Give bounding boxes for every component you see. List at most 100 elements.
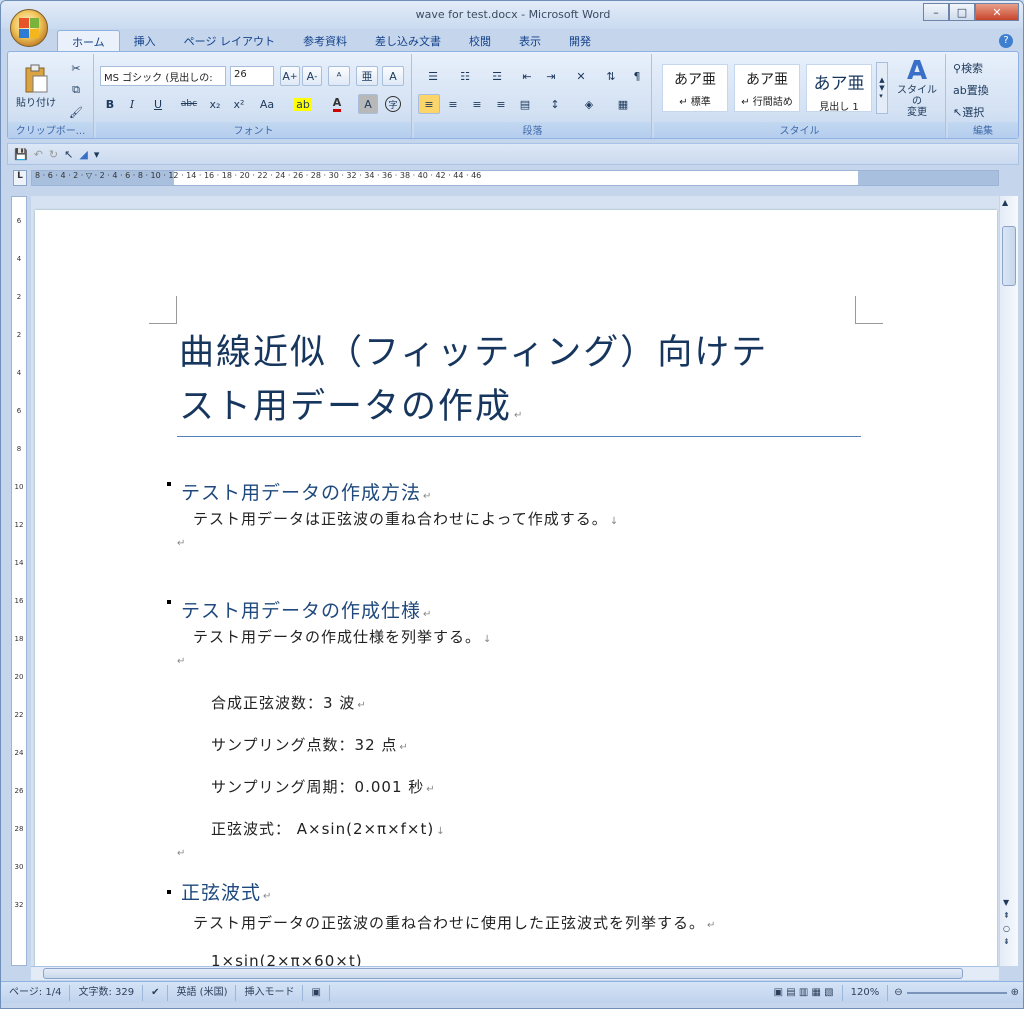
styles-scroll[interactable]: ▲ ▼ ▾ [876, 62, 888, 114]
body-sine-formula[interactable]: テスト用データの正弦波の重ね合わせに使用した正弦波式を列挙する。 ↵ [193, 912, 716, 933]
font-name-combo[interactable]: MS ゴシック (見出しの: [100, 66, 226, 86]
zoom-slider[interactable]: ⊖ ⊕ [888, 987, 1023, 998]
heading-sine-formula[interactable]: 正弦波式 ↵ [181, 878, 272, 905]
spec-item[interactable]: サンプリング点数：32 点 ↵ [211, 734, 409, 755]
change-styles-button[interactable]: A スタイルの 変更 [892, 57, 942, 118]
distribute-icon[interactable]: ▤ [514, 94, 536, 114]
scroll-up-icon[interactable]: ▲ [1002, 198, 1008, 207]
italic-button[interactable]: I [122, 94, 142, 114]
help-icon[interactable]: ? [999, 34, 1013, 48]
document-title[interactable]: 曲線近似（フィッティング）向けテ スト用データの作成 ↵ [179, 326, 869, 443]
tab-page-layout[interactable]: ページ レイアウト [170, 30, 289, 52]
horizontal-scroll-thumb[interactable] [43, 968, 963, 979]
char-shading-button[interactable]: A [358, 94, 378, 114]
spec-item[interactable]: サンプリング周期：0.001 秒 ↵ [211, 776, 436, 797]
bullets-icon[interactable]: ☰ [418, 66, 448, 86]
close-button[interactable]: ✕ [975, 3, 1019, 21]
line-spacing-icon[interactable]: ↕ [540, 94, 570, 114]
borders-icon[interactable]: ▦ [608, 94, 638, 114]
heading-creation-spec[interactable]: テスト用データの作成仕様 ↵ [181, 596, 432, 623]
text-direction-icon[interactable]: ✕ [566, 66, 596, 86]
zoom-track[interactable] [906, 991, 1007, 994]
minimize-button[interactable]: – [923, 3, 949, 21]
vertical-scroll-thumb[interactable] [1002, 226, 1016, 286]
browse-object-controls[interactable]: ▼ ⇞ ○ ⇟ [1003, 896, 1010, 948]
tab-references[interactable]: 参考資料 [289, 30, 361, 52]
horizontal-scrollbar[interactable] [31, 966, 999, 980]
tab-review[interactable]: 校閲 [455, 30, 505, 52]
maximize-button[interactable]: □ [949, 3, 975, 21]
tab-mailings[interactable]: 差し込み文書 [361, 30, 455, 52]
redo-icon[interactable]: ↻ [49, 148, 58, 161]
zoom-in-icon[interactable]: ⊕ [1011, 987, 1019, 998]
word-count[interactable]: 文字数: 329 [70, 984, 144, 1001]
copy-icon[interactable]: ⧉ [66, 80, 86, 100]
font-color-button[interactable]: A [322, 94, 352, 114]
zoom-level[interactable]: 120% [843, 984, 889, 1001]
heading-creation-method[interactable]: テスト用データの作成方法 ↵ [181, 478, 432, 505]
increase-indent-icon[interactable]: ⇥ [540, 66, 562, 86]
cut-icon[interactable]: ✂ [66, 58, 86, 78]
highlight-button[interactable]: ab [288, 94, 318, 114]
spec-item[interactable]: 合成正弦波数：3 波 ↵ [211, 692, 367, 713]
font-size-combo[interactable]: 26 [230, 66, 274, 86]
replace-button[interactable]: ab 置換 [952, 80, 1014, 100]
shrink-font-button[interactable]: A- [302, 66, 322, 86]
format-painter-icon[interactable]: 🖌 [66, 102, 86, 122]
view-buttons[interactable]: ▣ ▤ ▥ ▦ ▧ [766, 984, 843, 1001]
numbering-icon[interactable]: ☷ [450, 66, 480, 86]
tab-home[interactable]: ホーム [57, 30, 120, 52]
style-normal[interactable]: あア亜 ↵ 標準 [662, 64, 728, 112]
show-marks-icon[interactable]: ¶ [626, 66, 648, 86]
spec-item[interactable]: 正弦波式： A×sin(2×π×f×t) ↓ [211, 818, 446, 839]
change-case-button[interactable]: Aa [252, 94, 282, 114]
tab-view[interactable]: 表示 [505, 30, 555, 52]
formula-item-partial[interactable]: 1×sin(2×π×60×t) [211, 952, 363, 966]
undo-icon[interactable]: ↶ [34, 148, 43, 161]
align-center-icon[interactable]: ≡ [442, 94, 464, 114]
page-count[interactable]: ページ: 1/4 [1, 984, 71, 1001]
save-icon[interactable]: 💾 [14, 148, 28, 161]
tab-insert[interactable]: 挿入 [120, 30, 170, 52]
sort-icon[interactable]: ⇅ [600, 66, 622, 86]
body-creation-spec[interactable]: テスト用データの作成仕様を列挙する。 ↓ [193, 626, 492, 647]
vertical-ruler[interactable]: 6 4 2 2 4 6 8 10 12 14 16 18 20 22 24 26 28 30 32 [11, 196, 27, 966]
insert-mode[interactable]: 挿入モード [236, 984, 304, 1001]
decrease-indent-icon[interactable]: ⇤ [516, 66, 538, 86]
style-no-spacing[interactable]: あア亜 ↵ 行間詰め [734, 64, 800, 112]
enclose-char-button[interactable]: 字 [382, 94, 404, 114]
grow-font-button[interactable]: A + [280, 66, 300, 86]
body-creation-method[interactable]: テスト用データは正弦波の重ね合わせによって作成する。 ↓ [193, 508, 619, 529]
paste-button[interactable]: 貼り付け [14, 58, 58, 114]
underline-button[interactable]: U [144, 94, 172, 114]
vertical-scrollbar[interactable]: ▲ ▼ ⇞ ○ ⇟ [1000, 196, 1018, 966]
empty-paragraph: ↵ [177, 538, 186, 549]
language[interactable]: 英語 (米国) [168, 984, 237, 1001]
multilevel-list-icon[interactable]: ☲ [482, 66, 512, 86]
phonetic-guide-button[interactable]: 亜 [356, 66, 378, 86]
zoom-out-icon[interactable]: ⊖ [894, 987, 902, 998]
superscript-button[interactable]: x² [228, 94, 250, 114]
macro-record-icon[interactable]: ▣ [303, 984, 330, 1001]
chart-tool-icon[interactable]: ◢ [79, 148, 87, 161]
tab-stop-selector[interactable]: L [13, 170, 27, 186]
shading-icon[interactable]: ◈ [574, 94, 604, 114]
office-button[interactable] [10, 9, 48, 47]
align-right-icon[interactable]: ≡ [466, 94, 488, 114]
tab-developer[interactable]: 開発 [555, 30, 605, 52]
strikethrough-button[interactable]: abc [176, 94, 202, 114]
justify-icon[interactable]: ≡ [490, 94, 512, 114]
select-button[interactable]: ↖ 選択 [952, 102, 1014, 122]
subscript-button[interactable]: x₂ [204, 94, 226, 114]
pointer-icon[interactable]: ↖ [64, 148, 73, 161]
style-heading1[interactable]: あア亜 見出し 1 [806, 64, 872, 113]
document-page[interactable]: 曲線近似（フィッティング）向けテ スト用データの作成 ↵ テスト用データの作成方法… [35, 210, 997, 966]
customize-qat-icon[interactable]: ▾ [94, 148, 100, 161]
document-area[interactable]: 曲線近似（フィッティング）向けテ スト用データの作成 ↵ テスト用データの作成方法… [31, 196, 999, 966]
char-border-button[interactable]: A [382, 66, 404, 86]
proofing-icon[interactable]: ✔ [143, 984, 169, 1001]
find-button[interactable]: ⚲ 検索 [952, 58, 1014, 78]
align-left-icon[interactable]: ≡ [418, 94, 440, 114]
bold-button[interactable]: B [100, 94, 120, 114]
clear-format-button[interactable]: ᴬ [328, 66, 350, 86]
